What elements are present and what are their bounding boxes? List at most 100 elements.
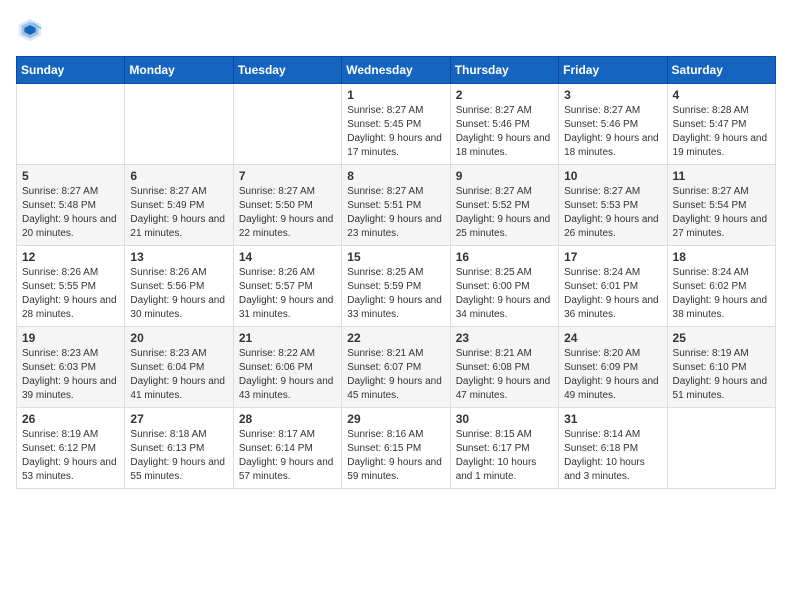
logo bbox=[16, 16, 48, 44]
day-info: Sunrise: 8:27 AM Sunset: 5:54 PM Dayligh… bbox=[673, 185, 770, 241]
day-number: 4 bbox=[673, 88, 770, 102]
day-number: 27 bbox=[130, 412, 227, 426]
calendar-cell: 8 Sunrise: 8:27 AM Sunset: 5:51 PM Daylig… bbox=[342, 165, 450, 246]
calendar-cell: 2 Sunrise: 8:27 AM Sunset: 5:46 PM Daylig… bbox=[450, 84, 558, 165]
day-number: 2 bbox=[456, 88, 553, 102]
day-info: Sunrise: 8:27 AM Sunset: 5:46 PM Dayligh… bbox=[564, 104, 661, 160]
day-info: Sunrise: 8:25 AM Sunset: 6:00 PM Dayligh… bbox=[456, 266, 553, 322]
weekday-header-thursday: Thursday bbox=[450, 57, 558, 84]
calendar-cell: 9Sunrise: 8:27 AM Sunset: 5:52 PM Daylig… bbox=[450, 165, 558, 246]
day-info: Sunrise: 8:15 AM Sunset: 6:17 PM Dayligh… bbox=[456, 428, 553, 484]
day-info: Sunrise: 8:14 AM Sunset: 6:18 PM Dayligh… bbox=[564, 428, 661, 484]
calendar-cell: 31Sunrise: 8:14 AM Sunset: 6:18 PM Dayli… bbox=[559, 408, 667, 489]
week-row-5: 26 Sunrise: 8:19 AM Sunset: 6:12 PM Dayli… bbox=[17, 408, 776, 489]
day-number: 15 bbox=[347, 250, 444, 264]
day-info: Sunrise: 8:26 AM Sunset: 5:57 PM Dayligh… bbox=[239, 266, 336, 322]
day-number: 29 bbox=[347, 412, 444, 426]
calendar-cell: 22Sunrise: 8:21 AM Sunset: 6:07 PM Dayli… bbox=[342, 327, 450, 408]
weekday-header-saturday: Saturday bbox=[667, 57, 775, 84]
calendar-cell bbox=[233, 84, 341, 165]
day-number: 14 bbox=[239, 250, 336, 264]
day-number: 18 bbox=[673, 250, 770, 264]
day-number: 6 bbox=[130, 169, 227, 183]
day-info: Sunrise: 8:19 AM Sunset: 6:12 PM Dayligh… bbox=[22, 428, 119, 484]
calendar-cell: 16 Sunrise: 8:25 AM Sunset: 6:00 PM Dayli… bbox=[450, 246, 558, 327]
week-row-1: 1 Sunrise: 8:27 AM Sunset: 5:45 PM Daylig… bbox=[17, 84, 776, 165]
weekday-header-friday: Friday bbox=[559, 57, 667, 84]
week-row-2: 5 Sunrise: 8:27 AM Sunset: 5:48 PM Daylig… bbox=[17, 165, 776, 246]
day-info: Sunrise: 8:26 AM Sunset: 5:55 PM Dayligh… bbox=[22, 266, 119, 322]
day-number: 24 bbox=[564, 331, 661, 345]
day-info: Sunrise: 8:27 AM Sunset: 5:52 PM Dayligh… bbox=[456, 185, 553, 241]
calendar-cell: 21 Sunrise: 8:22 AM Sunset: 6:06 PM Dayli… bbox=[233, 327, 341, 408]
day-info: Sunrise: 8:26 AM Sunset: 5:56 PM Dayligh… bbox=[130, 266, 227, 322]
day-number: 8 bbox=[347, 169, 444, 183]
day-info: Sunrise: 8:23 AM Sunset: 6:04 PM Dayligh… bbox=[130, 347, 227, 403]
day-number: 20 bbox=[130, 331, 227, 345]
day-number: 12 bbox=[22, 250, 119, 264]
calendar-cell: 29 Sunrise: 8:16 AM Sunset: 6:15 PM Dayli… bbox=[342, 408, 450, 489]
day-info: Sunrise: 8:24 AM Sunset: 6:02 PM Dayligh… bbox=[673, 266, 770, 322]
day-info: Sunrise: 8:27 AM Sunset: 5:45 PM Dayligh… bbox=[347, 104, 444, 160]
calendar-cell: 15 Sunrise: 8:25 AM Sunset: 5:59 PM Dayli… bbox=[342, 246, 450, 327]
day-number: 5 bbox=[22, 169, 119, 183]
day-number: 25 bbox=[673, 331, 770, 345]
page-header bbox=[16, 16, 776, 44]
calendar-cell bbox=[667, 408, 775, 489]
weekday-header-row: SundayMondayTuesdayWednesdayThursdayFrid… bbox=[17, 57, 776, 84]
calendar-cell: 14 Sunrise: 8:26 AM Sunset: 5:57 PM Dayli… bbox=[233, 246, 341, 327]
calendar-cell: 6 Sunrise: 8:27 AM Sunset: 5:49 PM Daylig… bbox=[125, 165, 233, 246]
calendar-cell: 26 Sunrise: 8:19 AM Sunset: 6:12 PM Dayli… bbox=[17, 408, 125, 489]
day-info: Sunrise: 8:24 AM Sunset: 6:01 PM Dayligh… bbox=[564, 266, 661, 322]
day-number: 10 bbox=[564, 169, 661, 183]
weekday-header-sunday: Sunday bbox=[17, 57, 125, 84]
day-number: 28 bbox=[239, 412, 336, 426]
weekday-header-tuesday: Tuesday bbox=[233, 57, 341, 84]
day-info: Sunrise: 8:27 AM Sunset: 5:51 PM Dayligh… bbox=[347, 185, 444, 241]
day-info: Sunrise: 8:27 AM Sunset: 5:46 PM Dayligh… bbox=[456, 104, 553, 160]
day-number: 23 bbox=[456, 331, 553, 345]
day-number: 17 bbox=[564, 250, 661, 264]
calendar-cell: 24 Sunrise: 8:20 AM Sunset: 6:09 PM Dayli… bbox=[559, 327, 667, 408]
day-info: Sunrise: 8:19 AM Sunset: 6:10 PM Dayligh… bbox=[673, 347, 770, 403]
day-number: 16 bbox=[456, 250, 553, 264]
calendar-cell: 28 Sunrise: 8:17 AM Sunset: 6:14 PM Dayli… bbox=[233, 408, 341, 489]
day-number: 11 bbox=[673, 169, 770, 183]
day-info: Sunrise: 8:22 AM Sunset: 6:06 PM Dayligh… bbox=[239, 347, 336, 403]
week-row-4: 19 Sunrise: 8:23 AM Sunset: 6:03 PM Dayli… bbox=[17, 327, 776, 408]
day-info: Sunrise: 8:25 AM Sunset: 5:59 PM Dayligh… bbox=[347, 266, 444, 322]
day-info: Sunrise: 8:16 AM Sunset: 6:15 PM Dayligh… bbox=[347, 428, 444, 484]
day-number: 1 bbox=[347, 88, 444, 102]
day-info: Sunrise: 8:17 AM Sunset: 6:14 PM Dayligh… bbox=[239, 428, 336, 484]
day-info: Sunrise: 8:23 AM Sunset: 6:03 PM Dayligh… bbox=[22, 347, 119, 403]
calendar-cell: 25 Sunrise: 8:19 AM Sunset: 6:10 PM Dayli… bbox=[667, 327, 775, 408]
calendar-cell: 17 Sunrise: 8:24 AM Sunset: 6:01 PM Dayli… bbox=[559, 246, 667, 327]
day-number: 19 bbox=[22, 331, 119, 345]
day-info: Sunrise: 8:27 AM Sunset: 5:50 PM Dayligh… bbox=[239, 185, 336, 241]
calendar-cell: 11 Sunrise: 8:27 AM Sunset: 5:54 PM Dayli… bbox=[667, 165, 775, 246]
calendar-cell: 12 Sunrise: 8:26 AM Sunset: 5:55 PM Dayli… bbox=[17, 246, 125, 327]
day-info: Sunrise: 8:18 AM Sunset: 6:13 PM Dayligh… bbox=[130, 428, 227, 484]
calendar-cell: 7Sunrise: 8:27 AM Sunset: 5:50 PM Daylig… bbox=[233, 165, 341, 246]
calendar-cell: 18 Sunrise: 8:24 AM Sunset: 6:02 PM Dayli… bbox=[667, 246, 775, 327]
day-info: Sunrise: 8:27 AM Sunset: 5:48 PM Dayligh… bbox=[22, 185, 119, 241]
calendar-cell: 19 Sunrise: 8:23 AM Sunset: 6:03 PM Dayli… bbox=[17, 327, 125, 408]
calendar-cell: 3Sunrise: 8:27 AM Sunset: 5:46 PM Daylig… bbox=[559, 84, 667, 165]
day-number: 21 bbox=[239, 331, 336, 345]
day-number: 30 bbox=[456, 412, 553, 426]
day-number: 13 bbox=[130, 250, 227, 264]
day-number: 22 bbox=[347, 331, 444, 345]
calendar-cell: 20 Sunrise: 8:23 AM Sunset: 6:04 PM Dayli… bbox=[125, 327, 233, 408]
calendar-cell: 23 Sunrise: 8:21 AM Sunset: 6:08 PM Dayli… bbox=[450, 327, 558, 408]
day-info: Sunrise: 8:20 AM Sunset: 6:09 PM Dayligh… bbox=[564, 347, 661, 403]
week-row-3: 12 Sunrise: 8:26 AM Sunset: 5:55 PM Dayli… bbox=[17, 246, 776, 327]
day-info: Sunrise: 8:27 AM Sunset: 5:49 PM Dayligh… bbox=[130, 185, 227, 241]
calendar-cell: 1 Sunrise: 8:27 AM Sunset: 5:45 PM Daylig… bbox=[342, 84, 450, 165]
day-number: 26 bbox=[22, 412, 119, 426]
calendar-cell bbox=[125, 84, 233, 165]
day-info: Sunrise: 8:21 AM Sunset: 6:08 PM Dayligh… bbox=[456, 347, 553, 403]
calendar-cell bbox=[17, 84, 125, 165]
calendar-cell: 13 Sunrise: 8:26 AM Sunset: 5:56 PM Dayli… bbox=[125, 246, 233, 327]
calendar-cell: 10 Sunrise: 8:27 AM Sunset: 5:53 PM Dayli… bbox=[559, 165, 667, 246]
day-info: Sunrise: 8:27 AM Sunset: 5:53 PM Dayligh… bbox=[564, 185, 661, 241]
